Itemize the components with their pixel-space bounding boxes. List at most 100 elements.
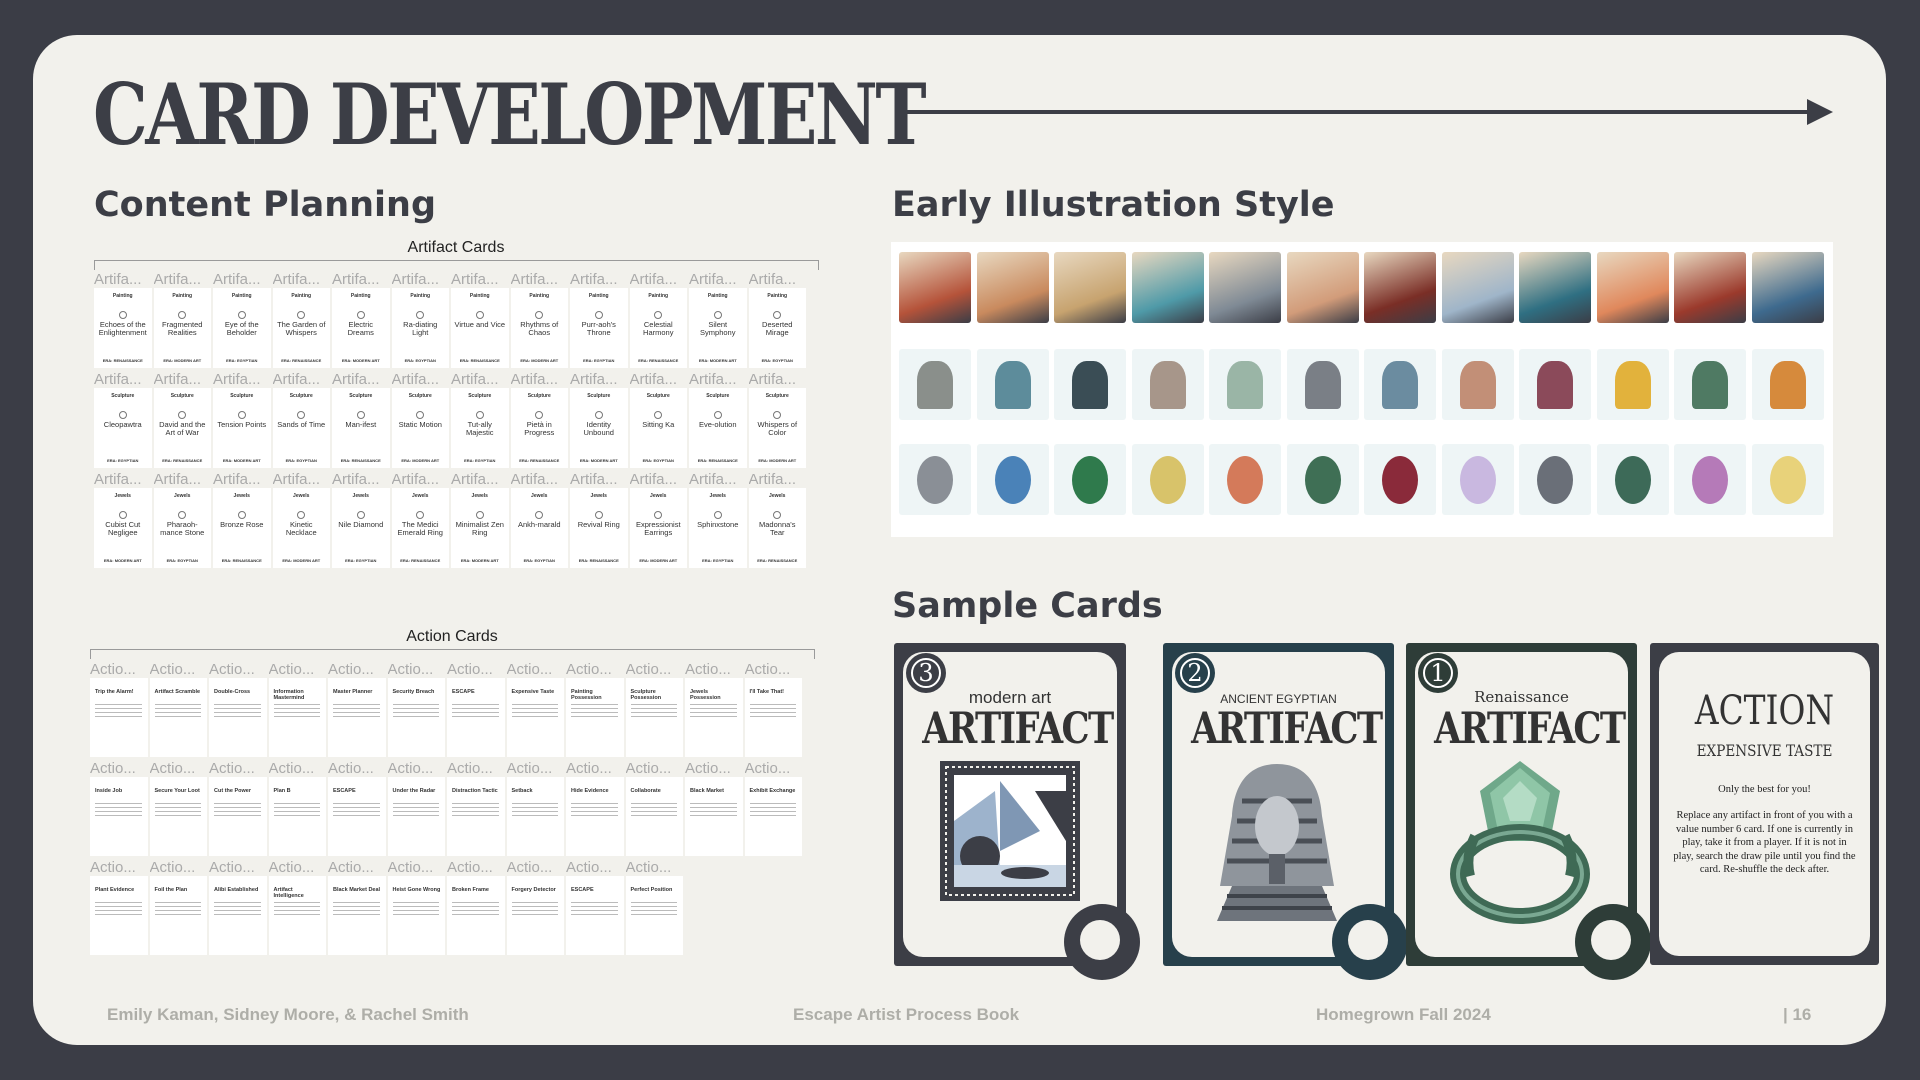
column-header: Artifa... bbox=[689, 371, 737, 388]
card-name: Sitting Ka bbox=[642, 420, 675, 429]
text-line bbox=[452, 712, 499, 713]
value-circle-icon bbox=[297, 511, 306, 519]
text-line bbox=[95, 910, 142, 911]
artifact-card-thumbnail: Painting Ra-diating Light ERA: EGYPTIAN bbox=[391, 288, 449, 368]
column-header: Actio... bbox=[744, 661, 791, 678]
illustration-object bbox=[1769, 456, 1806, 504]
card-category: Sculpture bbox=[349, 393, 373, 399]
column-header: Actio... bbox=[685, 661, 731, 678]
column-header: Artifa... bbox=[748, 371, 797, 388]
card-name: Man-ifest bbox=[345, 420, 377, 429]
card-category: Sculpture bbox=[111, 393, 135, 399]
action-card-thumbnail: ESCAPE bbox=[328, 777, 386, 856]
text-line bbox=[690, 807, 737, 808]
action-card-thumbnail: Forgery Detector bbox=[506, 876, 564, 955]
column-header: Actio... bbox=[447, 859, 493, 876]
text-line bbox=[333, 914, 380, 915]
card-era: ERA: RENAISSANCE bbox=[697, 458, 738, 463]
text-line bbox=[690, 803, 737, 804]
illustration-object bbox=[1149, 456, 1186, 504]
column-header: Artifa... bbox=[332, 371, 380, 388]
sample-card-renaissance: 1 Renaissance ARTIFACT bbox=[1406, 643, 1651, 980]
value-circle-icon bbox=[297, 311, 306, 319]
text-line bbox=[392, 906, 439, 907]
text-line bbox=[511, 811, 558, 812]
illustration-grid bbox=[891, 242, 1833, 537]
artifact-cards-label: Artifact Cards bbox=[407, 239, 505, 256]
action-card-name: Information Mastermind bbox=[273, 689, 305, 701]
value-circle-icon bbox=[535, 411, 544, 419]
value-circle-icon bbox=[178, 311, 187, 319]
artifact-cards-section: Artifa... Artifa... Artifa... Artifa... Arti… bbox=[94, 271, 818, 571]
card-era: ERA: EGYPTIAN bbox=[285, 458, 317, 463]
card-name: Cubist Cut Negligee bbox=[105, 520, 141, 537]
column-header: Artifa... bbox=[332, 471, 380, 488]
artifact-column-headers: Artifa... Artifa... Artifa... Artifa... Arti… bbox=[94, 271, 818, 288]
artifact-card-thumbnail: Jewels Nile Diamond ERA: EGYPTIAN bbox=[332, 488, 390, 568]
illustration-thumbnail bbox=[1131, 252, 1204, 323]
illustration-style-heading: Early Illustration Style bbox=[892, 185, 1335, 225]
action-card-name: Double-Cross bbox=[214, 689, 251, 695]
column-header: Artifa... bbox=[332, 271, 380, 288]
artifact-card-thumbnail: Painting Electric Dreams ERA: MODERN ART bbox=[332, 288, 390, 368]
illustration-thumbnail bbox=[1441, 252, 1514, 323]
artifact-card-thumbnail: Painting Rhythms of Chaos ERA: MODERN ART bbox=[510, 288, 568, 368]
action-card-thumbnail: Inside Job bbox=[90, 777, 148, 856]
card-category: Jewels bbox=[709, 493, 726, 499]
artifact-card-thumbnail: Painting Celestial Harmony ERA: RENAISSANC… bbox=[629, 288, 687, 368]
column-header: Actio... bbox=[387, 760, 434, 777]
action-card-thumbnail: Broken Frame bbox=[447, 876, 505, 955]
text-line bbox=[749, 712, 796, 713]
card-category: Jewels bbox=[412, 493, 429, 499]
card-era: ERA: RENAISSANCE bbox=[519, 458, 560, 463]
value-circle-icon bbox=[713, 511, 722, 519]
card-category: Painting bbox=[172, 293, 193, 299]
card-category: Sculpture bbox=[289, 393, 313, 399]
value-circle-icon bbox=[118, 311, 127, 319]
illustration-object bbox=[1304, 361, 1341, 409]
artifact-card-thumbnail: Sculpture Static Motion ERA: MODERN ART bbox=[391, 388, 449, 468]
action-card-name: Plan B bbox=[273, 788, 291, 794]
illustration-thumbnail bbox=[1674, 349, 1746, 420]
text-line bbox=[95, 914, 142, 915]
text-line bbox=[630, 910, 677, 911]
card-era: ERA: EGYPTIAN bbox=[166, 558, 198, 563]
card-category: Jewels bbox=[293, 493, 310, 499]
card-type: ARTIFACT bbox=[922, 704, 1114, 754]
text-line bbox=[511, 803, 558, 804]
column-header: Actio... bbox=[90, 859, 136, 876]
text-line bbox=[273, 811, 320, 812]
text-line bbox=[511, 807, 558, 808]
card-era: ERA: MODERN ART bbox=[758, 458, 797, 463]
action-card-name: Plant Evidence bbox=[95, 887, 135, 893]
card-type: ARTIFACT bbox=[1434, 704, 1626, 754]
card-name: Identity Unbound bbox=[583, 420, 614, 437]
column-header: Artifa... bbox=[570, 471, 618, 488]
text-line bbox=[571, 815, 618, 816]
value-badge: 3 bbox=[906, 653, 946, 693]
card-era: ERA: EGYPTIAN bbox=[583, 358, 615, 363]
text-line bbox=[630, 807, 677, 808]
action-card-name: Setback bbox=[511, 788, 533, 794]
text-line bbox=[95, 815, 142, 816]
action-card-name: ESCAPE bbox=[571, 887, 594, 893]
card-name: Cleopawtra bbox=[103, 420, 142, 429]
column-header: Actio... bbox=[149, 760, 196, 777]
text-line bbox=[630, 811, 677, 812]
text-line bbox=[154, 807, 201, 808]
action-card-name: Broken Frame bbox=[452, 887, 489, 893]
action-card-name: Jewels Possession bbox=[690, 689, 721, 701]
sample-card-action: ACTION EXPENSIVE TASTE Only the best for… bbox=[1650, 643, 1879, 965]
painting-category-icon bbox=[1064, 904, 1140, 980]
text-line bbox=[392, 902, 439, 903]
action-column-headers: Actio... Actio... Actio... Actio... Actio...… bbox=[90, 859, 814, 876]
column-header: Artifa... bbox=[94, 371, 142, 388]
illustration-thumbnail bbox=[1131, 349, 1204, 420]
action-card-thumbnail: Under the Radar bbox=[387, 777, 445, 856]
value-circle-icon bbox=[118, 511, 127, 519]
value-circle-icon bbox=[535, 311, 544, 319]
action-card-name: Painting Possession bbox=[571, 689, 602, 701]
illustration-thumbnail bbox=[1209, 349, 1281, 420]
artifact-card-thumbnail: Painting Deserted Mirage ERA: EGYPTIAN bbox=[748, 288, 806, 368]
card-era: ERA: MODERN ART bbox=[401, 458, 440, 463]
